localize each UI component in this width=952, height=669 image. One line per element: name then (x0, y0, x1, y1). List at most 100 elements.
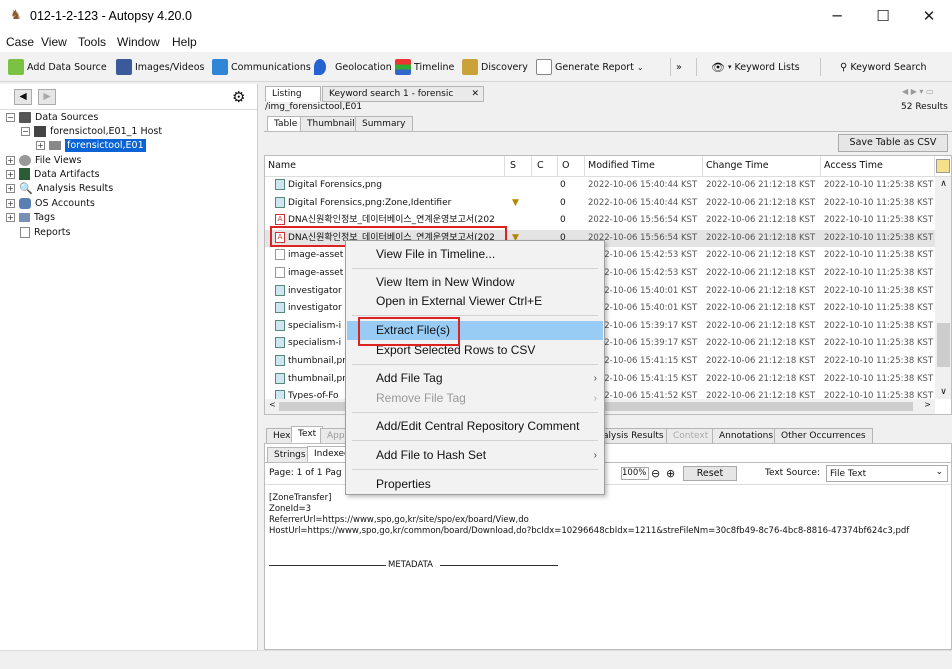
close-tab-icon[interactable]: ✕ (471, 89, 479, 99)
tab-strings[interactable]: Strings (267, 447, 313, 463)
content-line: ZoneId=3 (269, 504, 312, 514)
generate-report-button[interactable]: Generate Report ⌄ (536, 57, 644, 77)
expand-icon[interactable]: + (36, 140, 45, 150)
reset-button[interactable]: Reset (683, 466, 737, 481)
expand-icon[interactable]: + (6, 198, 15, 208)
cell-occurrences: 0 (560, 197, 566, 208)
geolocation-label: Geolocation (335, 61, 392, 73)
column-header-access[interactable]: Access Time (821, 156, 935, 176)
menu-remove-file-tag-label: Remove File Tag (376, 391, 466, 405)
toolbar-overflow-button[interactable]: » (676, 57, 682, 77)
tab-context[interactable]: Context (666, 428, 716, 444)
collapse-icon[interactable]: − (6, 112, 15, 122)
submenu-arrow-icon: › (593, 450, 597, 461)
menu-help[interactable]: Help (172, 35, 197, 49)
close-window-button[interactable]: ✕ (906, 0, 952, 32)
keyword-search-label: Keyword Search (850, 61, 927, 73)
directory-tree-pane: ◀ ▶ ⚙ − Data Sources − forensictool,E01_… (0, 84, 258, 650)
text-source-select[interactable]: File Text ⌄ (826, 465, 948, 482)
discovery-label: Discovery (481, 61, 528, 73)
images-videos-button[interactable]: Images/Videos (116, 57, 204, 77)
tree-item-host[interactable]: − forensictool,E01_1 Host (21, 124, 162, 138)
zoom-out-icon[interactable]: ⊖ (651, 467, 660, 480)
menu-window[interactable]: Window (117, 35, 160, 49)
table-row[interactable]: Digital Forensics,png 0 2022-10-06 15:40:4… (265, 177, 935, 195)
communications-button[interactable]: Communications (212, 57, 311, 77)
menu-add-to-hash-set[interactable]: Add File to Hash Set › (347, 446, 603, 465)
expand-icon[interactable]: + (6, 212, 15, 222)
tree-item-image[interactable]: + forensictool,E01 (36, 138, 146, 152)
column-chooser-icon[interactable] (936, 159, 950, 173)
tab-thumbnail[interactable]: Thumbnail (300, 116, 362, 132)
cell-access-time: 2022-10-10 11:25:38 KST (824, 320, 934, 331)
cell-name-text: Digital Forensics,png (288, 180, 382, 190)
title-bar: ♞ 012-1-2-123 - Autopsy 4.20.0 ─ ☐ ✕ (0, 0, 952, 32)
forward-button[interactable]: ▶ (38, 89, 56, 105)
expand-icon[interactable]: + (6, 183, 15, 193)
menu-add-central-repo-comment[interactable]: Add/Edit Central Repository Comment (347, 417, 603, 436)
menu-view-item-new-window[interactable]: View Item in New Window (347, 273, 603, 292)
cell-name-text: thumbnail,pn (288, 356, 348, 366)
tree-label-reports: Reports (34, 226, 71, 238)
tree-item-analysis-results[interactable]: + 🔍 Analysis Results (6, 181, 113, 195)
column-header-o[interactable]: O (558, 156, 585, 176)
tab-analysis-results[interactable]: alysis Results (596, 428, 671, 444)
cell-change-time: 2022-10-06 21:12:18 KST (706, 338, 816, 349)
cell-change-time: 2022-10-06 21:12:18 KST (706, 197, 816, 208)
menu-view-in-timeline[interactable]: View File in Timeline... (347, 245, 603, 264)
column-header-modified[interactable]: Modified Time (585, 156, 703, 176)
cell-access-time: 2022-10-10 11:25:38 KST (824, 338, 934, 349)
expand-icon[interactable]: + (6, 169, 15, 179)
column-header-name[interactable]: Name (265, 156, 505, 176)
tree-item-tags[interactable]: + Tags (6, 210, 55, 224)
add-data-source-button[interactable]: Add Data Source (8, 57, 107, 77)
scrollbar-thumb[interactable] (937, 323, 950, 367)
vertical-scrollbar[interactable]: ∧ ∨ (935, 177, 951, 399)
maximize-button[interactable]: ☐ (860, 0, 906, 32)
menu-case[interactable]: Case (6, 35, 34, 49)
tab-annotations[interactable]: Annotations (712, 428, 781, 444)
column-header-change[interactable]: Change Time (703, 156, 821, 176)
menu-open-external-viewer[interactable]: Open in External Viewer Ctrl+E (347, 292, 603, 311)
settings-gear-icon[interactable]: ⚙ (232, 88, 245, 106)
tree-item-data-artifacts[interactable]: + Data Artifacts (6, 167, 100, 181)
cell-name-text: thumbnail,pn (288, 373, 348, 384)
menu-tools[interactable]: Tools (78, 35, 106, 49)
tab-text[interactable]: Text (291, 426, 324, 443)
back-button[interactable]: ◀ (14, 89, 32, 105)
tree-item-reports[interactable]: Reports (20, 225, 70, 239)
discovery-button[interactable]: Discovery (462, 57, 528, 77)
tab-other-occurrences[interactable]: Other Occurrences (774, 428, 873, 444)
cell-change-time: 2022-10-06 21:12:18 KST (706, 215, 816, 226)
timeline-button[interactable]: Timeline (395, 57, 454, 77)
menu-view[interactable]: View (41, 35, 67, 49)
image-file-icon (275, 196, 285, 208)
expand-icon[interactable]: + (6, 155, 15, 165)
tab-listing[interactable]: Listing (265, 86, 321, 102)
menu-add-file-tag[interactable]: Add File Tag › (347, 369, 603, 388)
tree-item-os-accounts[interactable]: + OS Accounts (6, 196, 95, 210)
tree-item-data-sources[interactable]: − Data Sources (6, 110, 98, 124)
zoom-level: 100% (621, 467, 649, 480)
tree-item-file-views[interactable]: + File Views (6, 153, 81, 167)
zoom-in-icon[interactable]: ⊕ (666, 467, 675, 480)
tab-summary[interactable]: Summary (355, 116, 413, 132)
column-header-s[interactable]: S (505, 156, 532, 176)
reports-icon (20, 226, 30, 238)
tab-nav-arrows[interactable]: ◀ ▶ ▾ ▭ (902, 87, 934, 96)
tab-table[interactable]: Table (267, 116, 305, 132)
keyword-search-button[interactable]: ⚲ Keyword Search (840, 57, 927, 77)
magnifier-icon: 🔍 (19, 181, 33, 195)
dropdown-arrow-icon: ▾ (727, 63, 732, 71)
tab-listing-label: Listing (272, 89, 302, 99)
minimize-button[interactable]: ─ (814, 0, 860, 32)
collapse-icon[interactable]: − (21, 126, 30, 136)
tab-keyword-search[interactable]: Keyword search 1 - forensic ✕ (322, 86, 484, 102)
table-row[interactable]: Digital Forensics,png:Zone,Identifier ▼ 0 2… (265, 195, 935, 213)
column-header-c[interactable]: C (532, 156, 558, 176)
save-table-button[interactable]: Save Table as CSV (838, 134, 948, 152)
geolocation-button[interactable]: Geolocation (314, 57, 392, 77)
tree-label-file-views: File Views (35, 154, 82, 166)
keyword-lists-button[interactable]: 👁 ▾ Keyword Lists (711, 57, 800, 77)
menu-properties[interactable]: Properties (347, 475, 603, 494)
